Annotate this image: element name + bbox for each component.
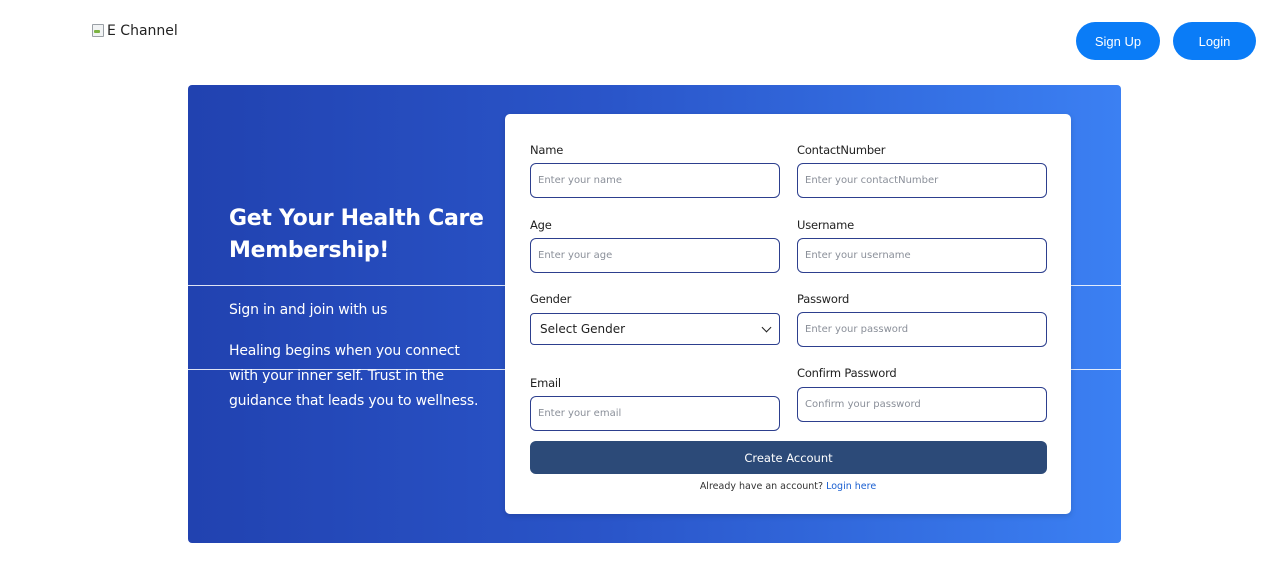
logo-alt-text: E Channel: [107, 23, 178, 39]
login-prompt-text: Already have an account?: [699, 481, 824, 492]
login-button[interactable]: Login: [1173, 22, 1256, 60]
broken-image-icon: [92, 24, 105, 38]
name-input[interactable]: [530, 163, 780, 198]
username-input[interactable]: [797, 238, 1047, 273]
logo[interactable]: E Channel: [92, 23, 178, 39]
confirm-password-label: Confirm Password: [797, 366, 897, 380]
login-prompt: Already have an account? Login here: [505, 481, 1071, 492]
signup-button[interactable]: Sign Up: [1076, 22, 1160, 60]
signup-form-card: Name ContactNumber Age Username Gender S…: [505, 114, 1071, 514]
contact-number-input[interactable]: [797, 163, 1047, 198]
username-label: Username: [797, 218, 855, 232]
hero-description: Healing begins when you connect with you…: [229, 343, 479, 409]
name-label: Name: [530, 143, 564, 157]
login-here-link[interactable]: Login here: [826, 481, 876, 492]
page: E Channel Sign Up Login Get Your Health …: [0, 0, 1280, 578]
age-label: Age: [530, 218, 552, 232]
confirm-password-input[interactable]: [797, 387, 1047, 422]
password-input[interactable]: [797, 312, 1047, 347]
gender-select[interactable]: Select Gender: [530, 313, 780, 345]
gender-label: Gender: [530, 292, 572, 306]
email-input[interactable]: [530, 396, 780, 431]
age-input[interactable]: [530, 238, 780, 273]
email-label: Email: [530, 376, 561, 390]
password-label: Password: [797, 292, 850, 306]
gender-selected-value: Select Gender: [540, 322, 626, 336]
chevron-down-icon: [761, 322, 772, 332]
hero-subtitle: Sign in and join with us: [229, 302, 388, 318]
contact-number-label: ContactNumber: [797, 143, 886, 157]
hero-title: Get Your Health Care Membership!: [229, 206, 484, 263]
create-account-button[interactable]: Create Account: [530, 441, 1047, 474]
